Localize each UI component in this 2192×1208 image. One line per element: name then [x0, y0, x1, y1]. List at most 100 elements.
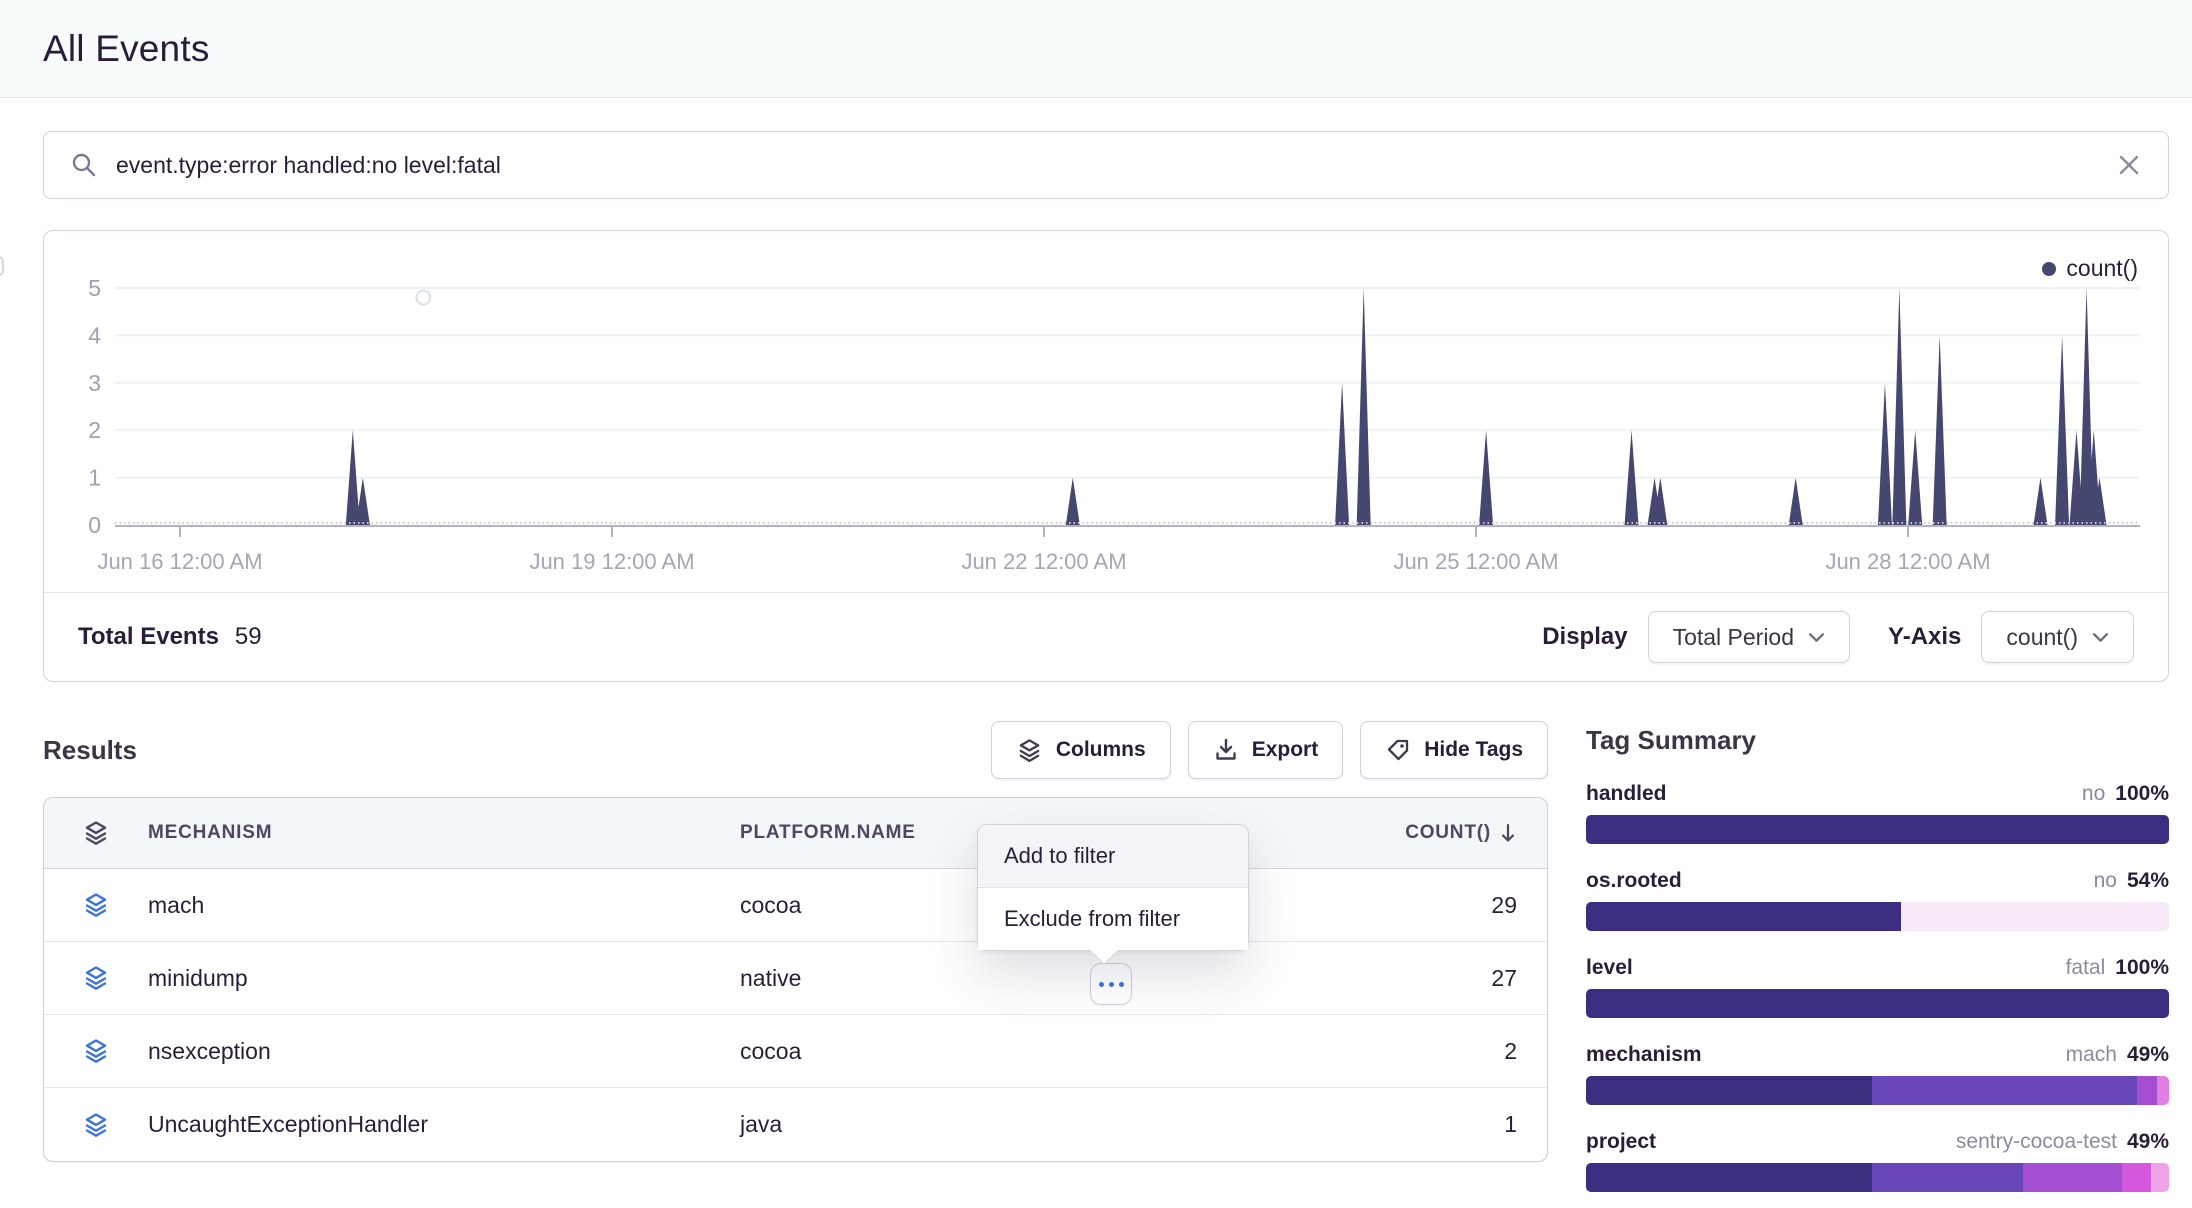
page-header: All Events: [0, 0, 2192, 98]
total-events-value: 59: [235, 623, 262, 651]
cell-platform[interactable]: java: [740, 1111, 1337, 1138]
tag-summary-heading: Tag Summary: [1586, 725, 2169, 756]
chevron-down-icon: [1808, 632, 1825, 643]
svg-text:Jun 25 12:00 AM: Jun 25 12:00 AM: [1393, 549, 1558, 574]
events-chart[interactable]: 012345Jun 16 12:00 AMJun 19 12:00 AMJun …: [44, 231, 2168, 592]
results-toolbar: Columns Export: [991, 721, 1548, 779]
tag-icon: [1385, 737, 1411, 763]
svg-text:Jun 19 12:00 AM: Jun 19 12:00 AM: [529, 549, 694, 574]
stack-icon: [44, 964, 148, 992]
svg-text:Jun 16 12:00 AM: Jun 16 12:00 AM: [97, 549, 262, 574]
cell-platform[interactable]: native: [740, 965, 1337, 992]
display-dropdown-value: Total Period: [1673, 624, 1794, 651]
yaxis-label: Y-Axis: [1888, 623, 1961, 651]
svg-text:5: 5: [88, 275, 101, 301]
legend-series-label: count(): [2066, 255, 2138, 282]
tag-top-percentage: 100%: [2115, 956, 2169, 979]
table-row[interactable]: nsexceptioncocoa2: [44, 1015, 1547, 1088]
tag-top-percentage: 100%: [2115, 782, 2169, 805]
stack-icon: [44, 891, 148, 919]
results-heading: Results: [43, 735, 137, 766]
tag-distribution-bar[interactable]: [1586, 1076, 2169, 1105]
drag-handle[interactable]: [0, 256, 4, 276]
hide-tags-button-label: Hide Tags: [1424, 738, 1523, 762]
columns-button-label: Columns: [1056, 738, 1146, 762]
table-header-row: MECHANISM PLATFORM.NAME COUNT(): [44, 798, 1547, 869]
tag-bar-segment: [2023, 1163, 2122, 1192]
tag-top-value: no: [2094, 869, 2117, 892]
cell-count[interactable]: 2: [1337, 1038, 1547, 1065]
total-events-label: Total Events: [78, 623, 219, 651]
svg-text:0: 0: [88, 512, 101, 538]
column-header-count[interactable]: COUNT(): [1337, 822, 1547, 844]
columns-button[interactable]: Columns: [991, 721, 1171, 779]
tag-top-percentage: 49%: [2127, 1043, 2169, 1066]
tag-distribution-bar[interactable]: [1586, 1163, 2169, 1192]
search-icon: [70, 151, 98, 179]
stack-icon: [44, 1111, 148, 1139]
tag-top-percentage: 49%: [2127, 1130, 2169, 1153]
tag-bar-segment: [1586, 1076, 1872, 1105]
cell-mechanism[interactable]: mach: [148, 892, 740, 919]
stack-icon[interactable]: [44, 819, 148, 847]
display-label: Display: [1542, 623, 1627, 651]
cell-mechanism[interactable]: minidump: [148, 965, 740, 992]
cell-platform[interactable]: cocoa: [740, 1038, 1337, 1065]
tag-bar-segment: [1872, 1163, 2024, 1192]
tag-top-value: sentry-cocoa-test: [1956, 1130, 2117, 1153]
cell-mechanism[interactable]: UncaughtExceptionHandler: [148, 1111, 740, 1138]
table-row[interactable]: UncaughtExceptionHandlerjava1: [44, 1088, 1547, 1161]
tag-distribution-bar[interactable]: [1586, 815, 2169, 844]
cell-mechanism[interactable]: nsexception: [148, 1038, 740, 1065]
search-bar: [43, 131, 2169, 199]
menu-item-exclude-from-filter[interactable]: Exclude from filter: [978, 888, 1248, 950]
tag-summary-entry: os.rootedno54%: [1586, 869, 2169, 931]
cell-count[interactable]: 27: [1337, 965, 1547, 992]
search-input[interactable]: [116, 152, 2116, 179]
cell-count[interactable]: 29: [1337, 892, 1547, 919]
tag-top-value: no: [2082, 782, 2105, 805]
svg-text:Jun 22 12:00 AM: Jun 22 12:00 AM: [961, 549, 1126, 574]
cell-count[interactable]: 1: [1337, 1111, 1547, 1138]
tag-top-value: fatal: [2066, 956, 2106, 979]
tag-summary-entry: level fatal 100%: [1586, 956, 2169, 1018]
chart-legend[interactable]: count(): [2042, 255, 2138, 282]
svg-text:Jun 28 12:00 AM: Jun 28 12:00 AM: [1825, 549, 1990, 574]
tag-summary-panel: Tag Summary handledno100%os.rootedno54%l…: [1586, 721, 2169, 1208]
row-actions-button[interactable]: [1090, 963, 1132, 1005]
results-table: MECHANISM PLATFORM.NAME COUNT() machcoco…: [43, 797, 1548, 1162]
table-row[interactable]: machcocoa29: [44, 869, 1547, 942]
table-row[interactable]: minidumpnative27: [44, 942, 1547, 1015]
tag-bar-segment: [2157, 1076, 2169, 1105]
column-header-count-label: COUNT(): [1405, 822, 1491, 844]
svg-text:1: 1: [88, 465, 101, 491]
tag-bar-segment: [2122, 1163, 2151, 1192]
tag-bar-segment: [1586, 1163, 1872, 1192]
yaxis-dropdown-value: count(): [2006, 624, 2078, 651]
tag-name: os.rooted: [1586, 869, 1682, 893]
svg-text:3: 3: [88, 370, 101, 396]
tag-summary-entry: mechanismmach49%: [1586, 1043, 2169, 1105]
column-header-mechanism[interactable]: MECHANISM: [148, 822, 740, 844]
hide-tags-button[interactable]: Hide Tags: [1360, 721, 1548, 779]
display-dropdown[interactable]: Total Period: [1648, 611, 1850, 663]
clear-search-icon[interactable]: [2116, 152, 2142, 178]
tag-bar-segment: [1872, 1076, 2137, 1105]
page-title: All Events: [43, 28, 210, 70]
tag-summary-entry: projectsentry-cocoa-test49%: [1586, 1130, 2169, 1192]
menu-item-add-to-filter[interactable]: Add to filter: [978, 825, 1248, 887]
tag-distribution-bar[interactable]: [1586, 902, 2169, 931]
sort-desc-arrow-icon: [1499, 822, 1517, 844]
tag-name: mechanism: [1586, 1043, 1702, 1067]
chart-footer: Total Events 59 Display Total Period Y-A…: [44, 592, 2168, 681]
export-button[interactable]: Export: [1188, 721, 1344, 779]
tag-distribution-bar[interactable]: [1586, 989, 2169, 1018]
ellipsis-icon: [1099, 982, 1104, 987]
download-icon: [1213, 737, 1239, 763]
tag-bar-segment: [1586, 815, 2169, 844]
events-chart-svg: 012345Jun 16 12:00 AMJun 19 12:00 AMJun …: [44, 231, 2168, 592]
export-button-label: Export: [1252, 738, 1319, 762]
tag-name: level: [1586, 956, 1633, 980]
tag-name: handled: [1586, 782, 1667, 806]
yaxis-dropdown[interactable]: count(): [1981, 611, 2134, 663]
